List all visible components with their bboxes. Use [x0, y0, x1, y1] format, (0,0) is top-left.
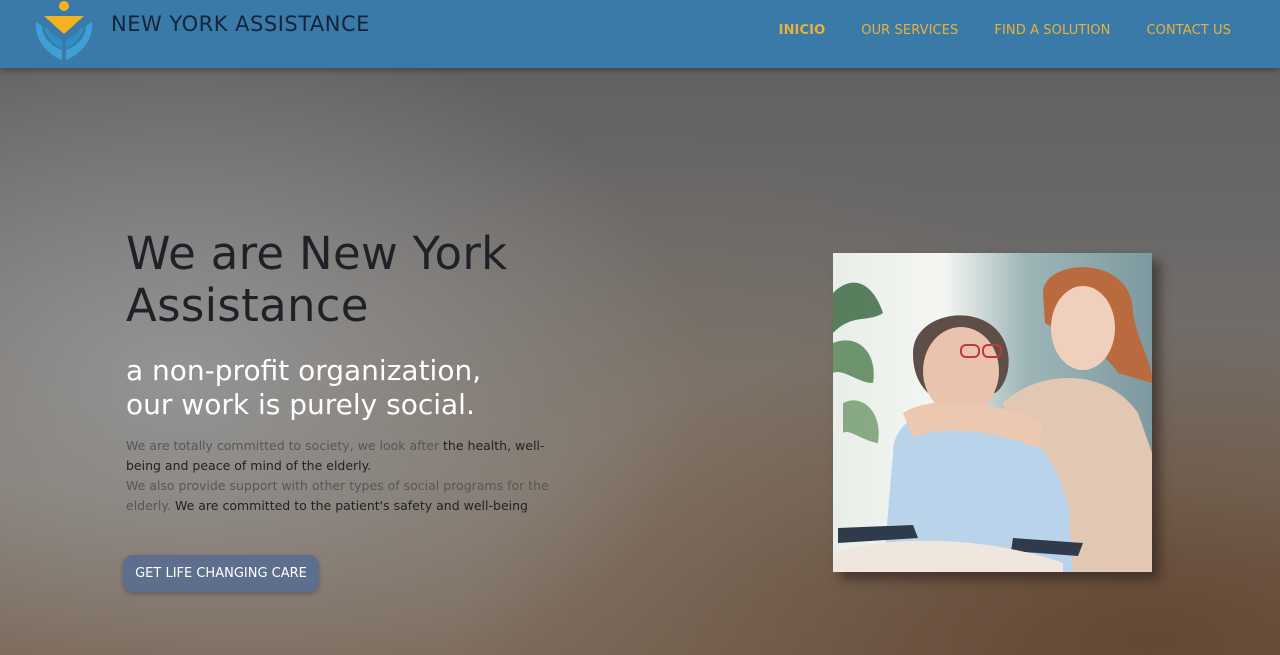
caregiver-photo [833, 253, 1152, 572]
hero-subtitle-line1: a non-profit organization, [126, 354, 482, 387]
hero-title-line2: Assistance [126, 279, 369, 332]
hero-subtitle: a non-profit organization, our work is p… [126, 354, 586, 422]
hero-desc-part1: We are totally committed to society, we … [126, 438, 444, 453]
hands-heart-logo-icon[interactable] [32, 0, 96, 64]
nav-find-a-solution[interactable]: FIND A SOLUTION [994, 23, 1110, 38]
hero-title: We are New York Assistance [126, 228, 586, 332]
nav-contact-us[interactable]: CONTACT US [1146, 23, 1231, 38]
main-nav: INICIO OUR SERVICES FIND A SOLUTION CONT… [779, 23, 1231, 38]
site-header: NEW YORK ASSISTANCE INICIO OUR SERVICES … [0, 0, 1280, 68]
hero-description: We are totally committed to society, we … [126, 436, 576, 516]
get-care-button[interactable]: GET LIFE CHANGING CARE [123, 555, 319, 592]
hero-desc-bold2: We are committed to the patient's safety… [174, 498, 528, 513]
hero-subtitle-line2: our work is purely social. [126, 388, 475, 421]
nav-our-services[interactable]: OUR SERVICES [861, 23, 958, 38]
nav-inicio[interactable]: INICIO [779, 23, 826, 38]
hero-title-line1: We are New York [126, 227, 508, 280]
brand-name[interactable]: NEW YORK ASSISTANCE [111, 12, 370, 36]
